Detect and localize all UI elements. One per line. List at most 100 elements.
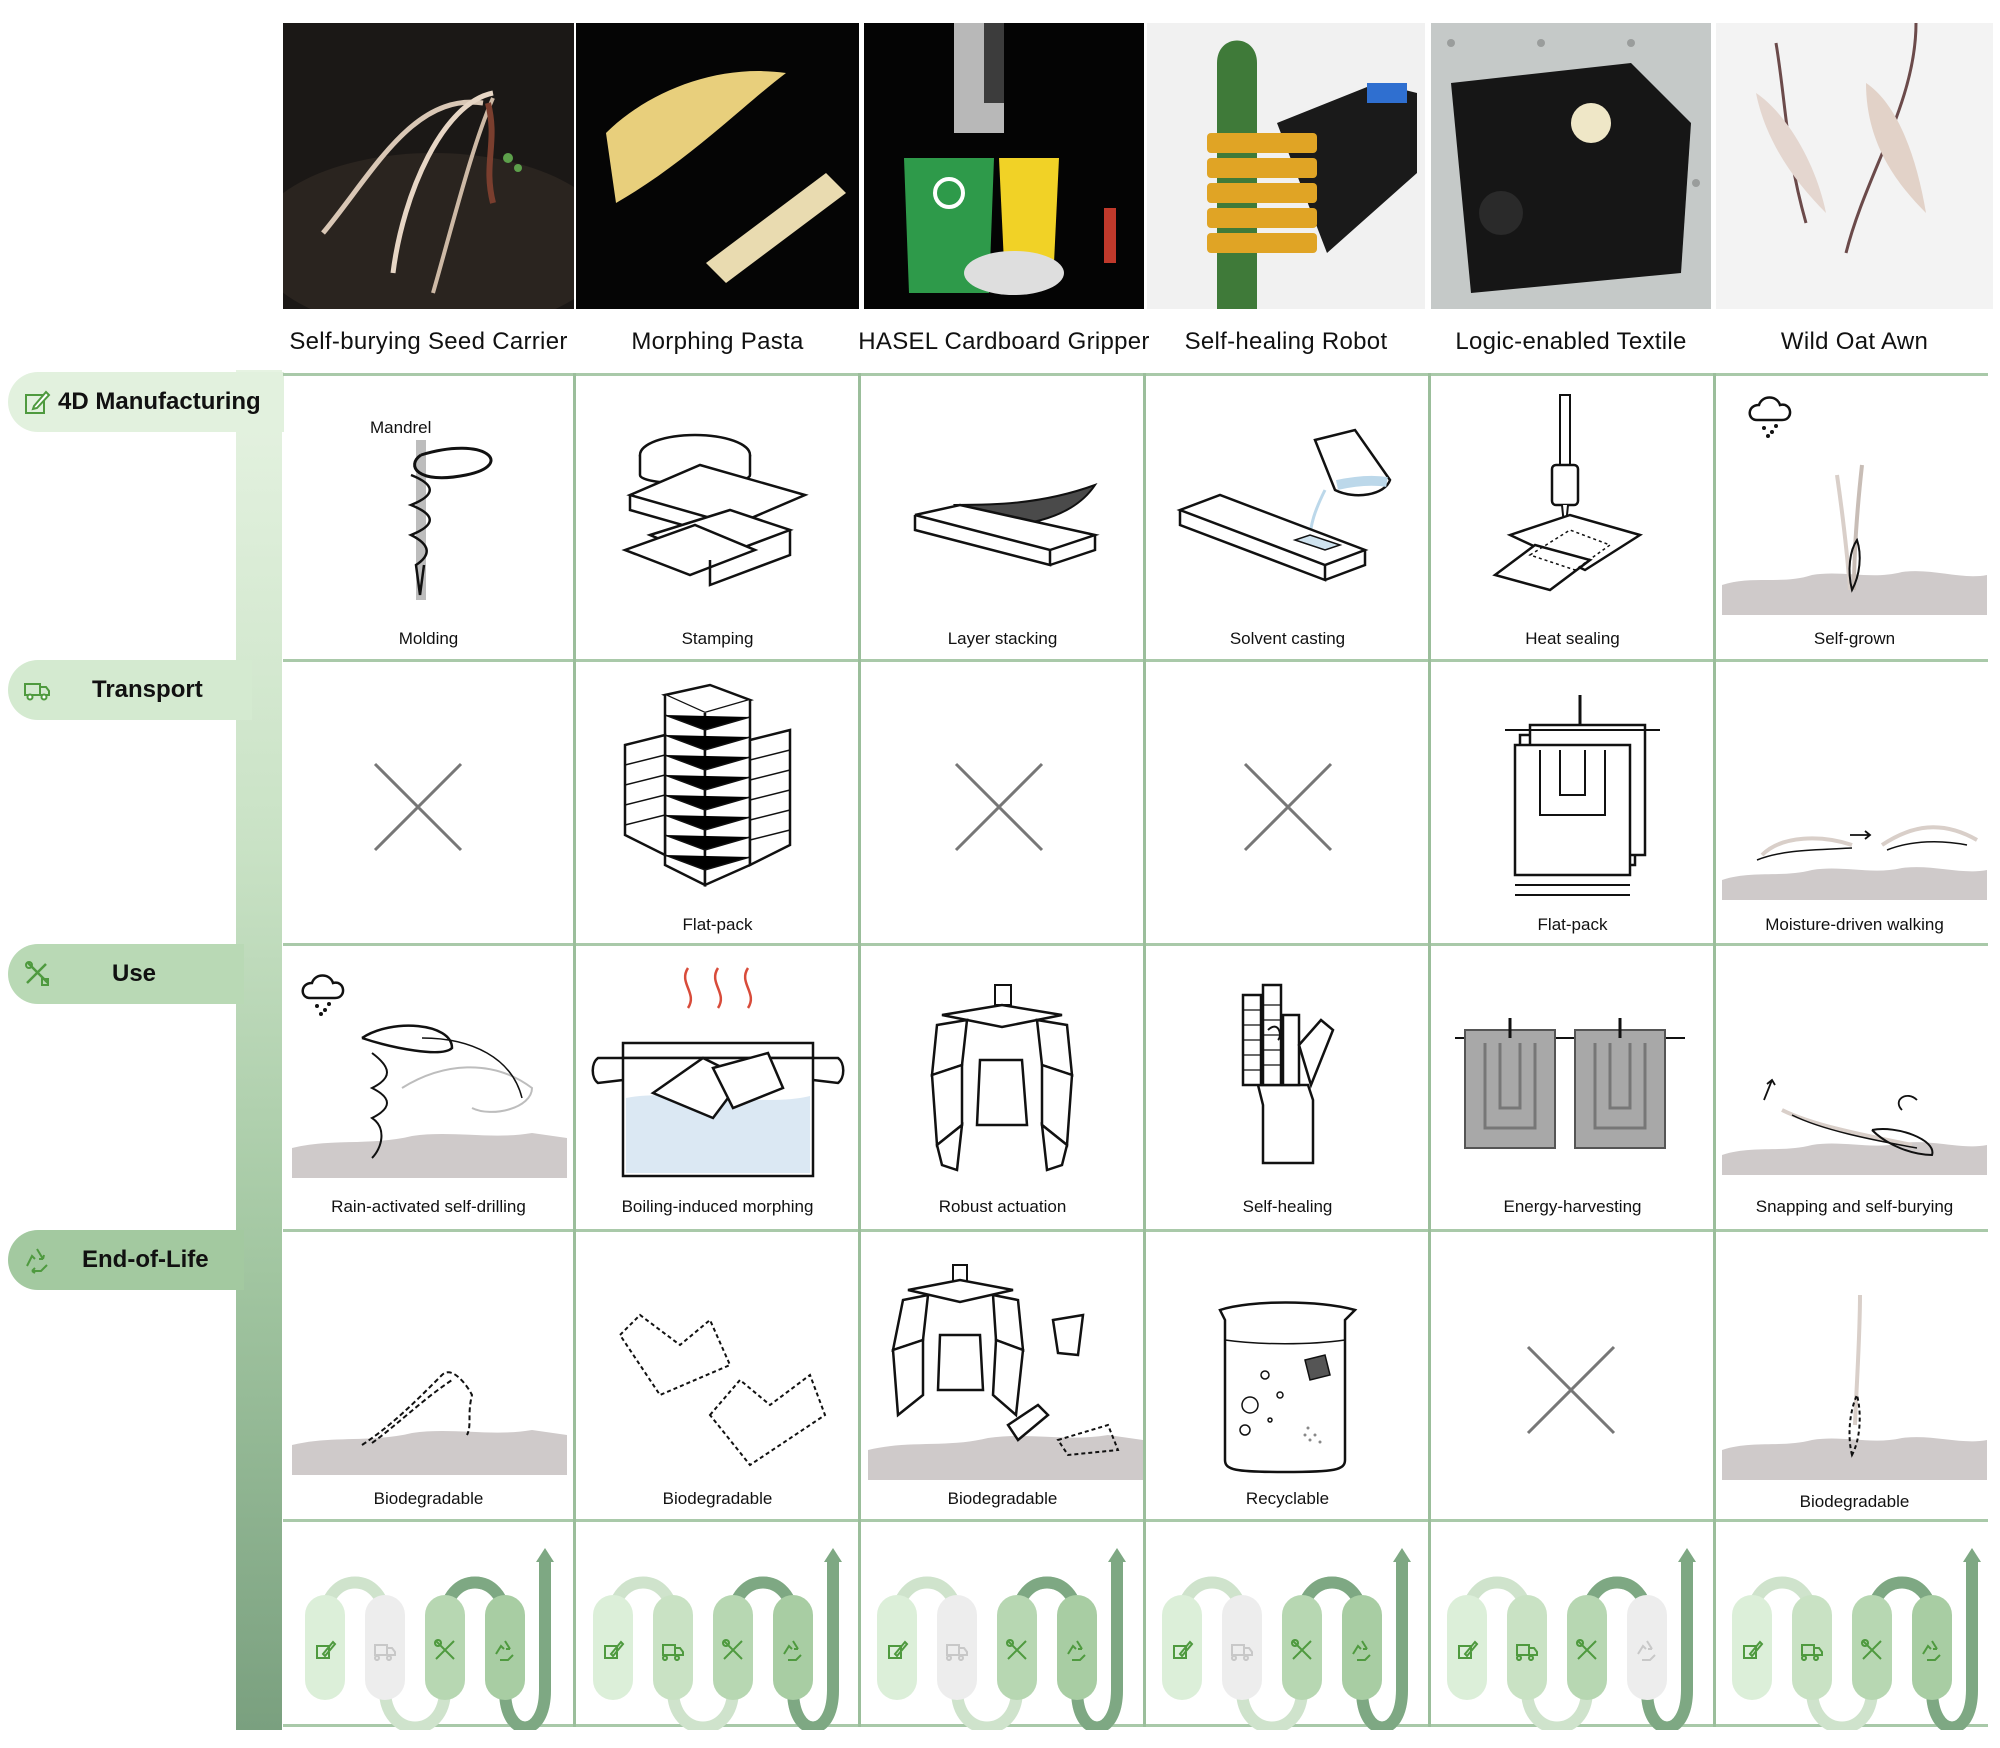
lifecycle-stage-pill bbox=[485, 1595, 525, 1700]
moisture-walking-illustration bbox=[1722, 825, 1987, 900]
cell-label: Self-healing bbox=[1242, 1197, 1333, 1216]
not-applicable-cross-icon bbox=[373, 762, 463, 852]
cell-label: Layer stacking bbox=[947, 629, 1058, 648]
lifecycle-stage-pill bbox=[773, 1595, 813, 1700]
stamping-illustration bbox=[621, 433, 809, 587]
snapping-self-burying-illustration bbox=[1722, 1078, 1987, 1175]
flat-pack-textile-illustration bbox=[1505, 695, 1660, 896]
grid-line bbox=[1143, 373, 1146, 1727]
lifecycle-sidebar bbox=[236, 370, 282, 1730]
lifecycle-stage-pill bbox=[1507, 1595, 1547, 1700]
cell-label: Biodegradable bbox=[1799, 1492, 1910, 1511]
cell-label: Rain-activated self-drilling bbox=[331, 1197, 526, 1216]
column-title: Self-burying Seed Carrier bbox=[289, 328, 568, 355]
lifecycle-glyph bbox=[593, 1548, 842, 1730]
boiling-pot-illustration bbox=[591, 967, 845, 1178]
heat-sealing-illustration bbox=[1492, 394, 1644, 592]
grid-line bbox=[1428, 373, 1431, 1727]
lifecycle-glyph bbox=[1732, 1548, 1981, 1730]
lifecycle-glyph bbox=[877, 1548, 1126, 1730]
grid-line bbox=[858, 373, 861, 1727]
photo-self-healing-robot bbox=[1147, 23, 1425, 309]
lifecycle-stage-pill bbox=[713, 1595, 753, 1700]
arrow-head bbox=[1108, 1548, 1126, 1562]
cell-label: Self-grown bbox=[1813, 629, 1896, 648]
biodegradable-awn-illustration bbox=[1722, 1294, 1987, 1480]
grid-line bbox=[283, 1519, 1988, 1522]
lifecycle-stage-pill bbox=[1567, 1595, 1607, 1700]
cell-label: Molding bbox=[398, 629, 459, 648]
cell-label: Moisture-driven walking bbox=[1765, 915, 1944, 934]
lifecycle-glyph bbox=[1447, 1548, 1696, 1730]
lifecycle-stage-pill bbox=[937, 1595, 977, 1700]
cell-label: Flat-pack bbox=[1537, 915, 1608, 934]
column-title: Wild Oat Awn bbox=[1780, 328, 1929, 355]
lifecycle-stage-pill bbox=[305, 1595, 345, 1700]
grid-line bbox=[1713, 373, 1716, 1727]
photo-logic-textile bbox=[1431, 23, 1711, 309]
photo-wild-oat-awn bbox=[1716, 23, 1993, 309]
lifecycle-stage-pill bbox=[1162, 1595, 1202, 1700]
lifecycle-stage-pill bbox=[425, 1595, 465, 1700]
cell-label: Snapping and self-burying bbox=[1755, 1197, 1954, 1216]
rain-cloud-icon bbox=[1748, 396, 1792, 438]
stage-tab-end-of-life: End-of-Life bbox=[8, 1230, 244, 1290]
lifecycle-stage-pill bbox=[1852, 1595, 1892, 1700]
arrow-head bbox=[536, 1548, 554, 1562]
lifecycle-stage-pill bbox=[1732, 1595, 1772, 1700]
cell-label: Boiling-induced morphing bbox=[621, 1197, 814, 1216]
lifecycle-stage-pill bbox=[1282, 1595, 1322, 1700]
column-title: HASEL Cardboard Gripper bbox=[858, 328, 1150, 355]
biodegradable-gripper-illustration bbox=[868, 1264, 1143, 1480]
stage-tab-transport: Transport bbox=[8, 660, 252, 720]
recycle-icon bbox=[26, 1248, 48, 1274]
lifecycle-glyph bbox=[1162, 1548, 1411, 1730]
not-applicable-cross-icon bbox=[1243, 762, 1333, 852]
grid-line bbox=[573, 373, 576, 1727]
self-grown-illustration bbox=[1722, 396, 1987, 615]
column-title: Logic-enabled Textile bbox=[1455, 328, 1687, 355]
lifecycle-stage-pill bbox=[1447, 1595, 1487, 1700]
lifecycle-stage-pill bbox=[1057, 1595, 1097, 1700]
lifecycle-glyph bbox=[305, 1548, 554, 1730]
cell-label: Biodegradable bbox=[662, 1489, 773, 1508]
mandrel-annotation: Mandrel bbox=[370, 418, 432, 437]
lifecycle-stage-pill bbox=[1912, 1595, 1952, 1700]
layer-stacking-illustration bbox=[913, 483, 1100, 567]
arrow-head bbox=[1963, 1548, 1981, 1562]
grid-line bbox=[283, 373, 1988, 376]
recyclable-beaker-illustration bbox=[1218, 1301, 1358, 1474]
arrow-head bbox=[1393, 1548, 1411, 1562]
cell-label: Energy-harvesting bbox=[1503, 1197, 1642, 1216]
photo-morphing-pasta bbox=[576, 23, 859, 309]
self-drilling-illustration bbox=[292, 974, 567, 1178]
grid-line bbox=[283, 1229, 1988, 1232]
stage-tab-manufacturing: 4D Manufacturing bbox=[8, 372, 284, 432]
not-applicable-cross-icon bbox=[1526, 1345, 1616, 1435]
solvent-casting-illustration bbox=[1176, 428, 1392, 582]
stage-label: Transport bbox=[92, 676, 203, 703]
truck-icon bbox=[24, 683, 50, 701]
flat-pack-stack-illustration bbox=[623, 683, 792, 888]
lifecycle-stage-pill bbox=[1792, 1595, 1832, 1700]
stage-label: Use bbox=[112, 960, 157, 987]
column-title: Morphing Pasta bbox=[631, 328, 804, 355]
molding-illustration bbox=[407, 440, 493, 600]
cell-label: Heat sealing bbox=[1525, 629, 1620, 648]
cell-label: Solvent casting bbox=[1229, 629, 1346, 648]
lifecycle-stage-pill bbox=[877, 1595, 917, 1700]
self-healing-hand-illustration bbox=[1241, 983, 1335, 1165]
lifecycle-stage-pill bbox=[1222, 1595, 1262, 1700]
lifecycle-stage-pill bbox=[1627, 1595, 1667, 1700]
photo-hasel-gripper bbox=[864, 23, 1144, 309]
lifecycle-stage-pill bbox=[365, 1595, 405, 1700]
gripper-illustration bbox=[930, 984, 1074, 1172]
biodegradable-seed-illustration bbox=[292, 1371, 567, 1475]
energy-harvesting-illustration bbox=[1455, 1018, 1685, 1149]
rain-cloud-icon bbox=[301, 974, 345, 1016]
not-applicable-cross-icon bbox=[954, 762, 1044, 852]
biodegradable-pasta-illustration bbox=[618, 1313, 827, 1467]
lifecycle-stage-pill bbox=[653, 1595, 693, 1700]
cell-label: Robust actuation bbox=[938, 1197, 1067, 1216]
grid-line bbox=[283, 659, 1988, 662]
